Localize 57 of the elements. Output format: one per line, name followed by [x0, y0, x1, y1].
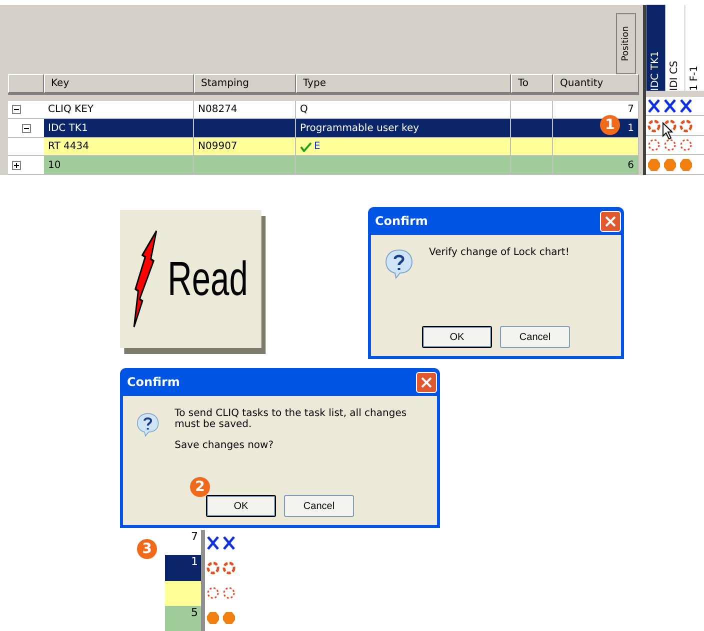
collapse-icon[interactable]	[12, 104, 21, 114]
table-cell: 7	[165, 530, 201, 556]
cross-icon	[221, 534, 237, 551]
dialog-message: Verify change of Lock chart!	[429, 247, 570, 258]
table-cell: N08274	[194, 100, 296, 118]
door-header[interactable]: 1 F-1	[684, 5, 704, 91]
table-cell: 6	[553, 156, 639, 174]
table-cell: 1	[165, 555, 201, 580]
column-header[interactable]: Stamping	[194, 74, 296, 93]
dialog-button[interactable]: OK	[206, 495, 276, 517]
table-cell: 10	[44, 156, 194, 174]
collapse-icon[interactable]	[22, 124, 31, 133]
table-cell: IDC TK1	[44, 119, 194, 137]
column-header[interactable]: To	[511, 74, 553, 93]
dialog-question: Save changes now?	[174, 440, 275, 451]
lightning-icon	[132, 229, 158, 329]
dashed-ring-icon	[646, 137, 662, 154]
close-icon	[605, 216, 616, 226]
type-text: E	[314, 141, 320, 152]
type-text: Q	[300, 104, 308, 115]
dashed-ring-icon	[221, 585, 237, 602]
table-row[interactable]: CLIQ KEY N08274 Q 7	[8, 100, 639, 120]
expand-icon[interactable]	[12, 160, 21, 170]
header-corner	[8, 74, 44, 93]
column-header[interactable]: Type	[296, 74, 511, 93]
dialog-button[interactable]: Cancel	[500, 326, 570, 348]
read-button[interactable]: Read	[120, 210, 262, 348]
step-badge: 3	[137, 539, 157, 559]
dialog-title: Confirm	[126, 375, 180, 389]
type-text: Programmable user key	[300, 122, 420, 134]
door-header[interactable]: IDC TK1	[646, 5, 666, 91]
cross-icon	[678, 98, 694, 114]
table-row[interactable]: 10 6	[8, 156, 639, 175]
close-icon	[421, 376, 432, 388]
dialog-message: To send CLIQ tasks to the task list, all changes must be saved.	[174, 408, 408, 430]
dashed-ring-icon	[662, 137, 678, 154]
door-header[interactable]: IDI CS	[665, 5, 685, 91]
column-header[interactable]: Quantity	[553, 74, 639, 93]
table-cell: RT 4434	[44, 138, 194, 156]
ring-icon	[221, 560, 237, 576]
table-cell: 5	[165, 606, 201, 631]
dashed-ring-icon	[678, 137, 694, 154]
dialog-title: Confirm	[374, 214, 428, 228]
table-cell: N09907	[194, 138, 296, 156]
dashed-ring-icon	[205, 585, 221, 602]
cross-icon	[646, 98, 662, 114]
column-header[interactable]: Position	[616, 13, 636, 74]
close-button[interactable]	[416, 372, 437, 392]
table-cell: CLIQ KEY	[44, 100, 194, 118]
cross-icon	[205, 534, 221, 551]
dialog-button[interactable]: Cancel	[284, 495, 354, 517]
close-button[interactable]	[600, 210, 621, 232]
table-row[interactable]: RT 4434 N09907 E	[8, 138, 639, 156]
column-header[interactable]: Key	[44, 74, 194, 93]
cross-icon	[662, 98, 678, 114]
dialog-button[interactable]: OK	[422, 326, 492, 348]
question-icon	[383, 247, 415, 279]
